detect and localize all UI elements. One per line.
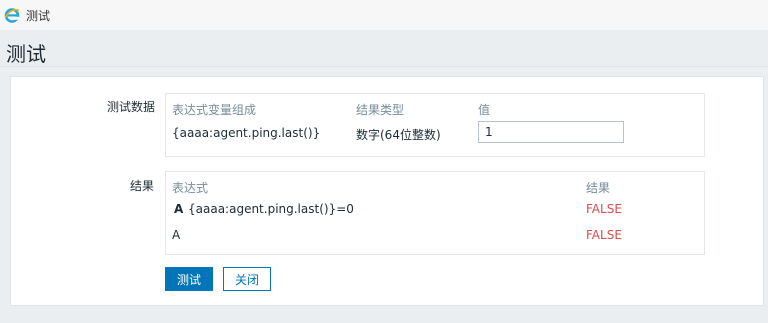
result-label: 结果 (130, 179, 155, 193)
result-type-value: 数字(64位整数) (356, 128, 441, 142)
window-title: 测试 (26, 8, 51, 23)
row-result: FALSE (586, 228, 622, 242)
variable-expression: {aaaa:agent.ping.last()} (172, 126, 321, 140)
titlebar: 测试 (0, 0, 768, 30)
row-expression: {aaaa:agent.ping.last()}=0 (188, 202, 354, 216)
value-input[interactable] (478, 121, 624, 143)
test-button[interactable]: 测试 (165, 267, 213, 291)
close-button[interactable]: 关闭 (223, 267, 271, 291)
result-table: 表达式 结果 A {aaaa:agent.ping.last()}=0 FALS… (165, 171, 705, 255)
dialog-window: 测试 测试 测试数据 表达式变量组成 结果类型 值 {aaaa:agent.pi… (0, 0, 768, 323)
col-value: 值 (478, 103, 491, 117)
col-expression: 表达式 (172, 181, 209, 195)
col-expression-variables: 表达式变量组成 (172, 103, 257, 117)
row-result: FALSE (586, 202, 622, 216)
col-result: 结果 (586, 181, 611, 195)
row-prefix: A (174, 202, 184, 216)
page-header: 测试 (0, 30, 768, 67)
ie-e-icon (4, 7, 20, 23)
scrollbar[interactable] (768, 0, 778, 323)
test-data-table: 表达式变量组成 结果类型 值 {aaaa:agent.ping.last()} … (165, 93, 705, 157)
row-prefix: A (172, 228, 181, 242)
test-data-label: 测试数据 (107, 100, 156, 114)
page-title: 测试 (6, 42, 46, 66)
col-result-type: 结果类型 (356, 103, 405, 117)
form-panel: 测试数据 表达式变量组成 结果类型 值 {aaaa:agent.ping.las… (10, 76, 764, 306)
